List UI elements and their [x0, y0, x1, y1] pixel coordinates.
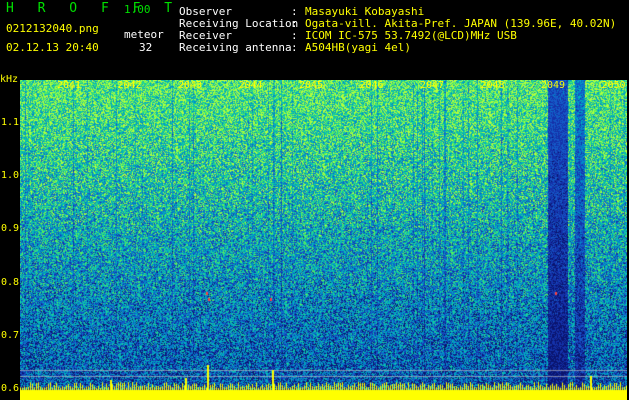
header-panel: H R O F F T 1.00 0212132040.png meteor 0…	[0, 0, 629, 80]
filename: 0212132040.png	[6, 22, 99, 35]
x-tick-label: 2049	[541, 80, 566, 91]
info-value-antenna: A504HB(yagi 4el)	[305, 41, 411, 54]
count: 32	[139, 41, 153, 54]
x-tick-label: 2050	[601, 80, 626, 91]
x-tick-label: 2041	[57, 80, 82, 91]
y-tick-label: 0.6	[0, 383, 19, 395]
x-tick-label: 2048	[480, 80, 505, 91]
x-tick-label: 2044	[238, 80, 263, 91]
datetime: 02.12.13 20:40	[6, 41, 99, 54]
spectrogram-canvas	[20, 80, 627, 400]
info-sep: :	[291, 41, 298, 54]
x-tick-label: 2047	[420, 80, 445, 91]
info-label-antenna: Receiving antenna	[179, 41, 292, 54]
x-tick-label: 2046	[359, 80, 384, 91]
app-brand: H R O F F T	[6, 1, 181, 16]
y-tick-label: 0.7	[0, 330, 19, 341]
app-version: 1.00	[124, 3, 151, 16]
x-tick-label: 2043	[178, 80, 203, 91]
x-tick-label: 2045	[299, 80, 324, 91]
mode-label: meteor	[124, 28, 164, 41]
y-tick-label: 0.9	[0, 223, 19, 235]
y-tick-label: 1.0	[0, 170, 19, 181]
x-tick-label: 2042	[117, 80, 142, 91]
y-axis-label: kHz	[0, 74, 19, 85]
y-tick-label: 1.1	[0, 116, 19, 128]
y-tick-label: 0.8	[0, 276, 19, 288]
